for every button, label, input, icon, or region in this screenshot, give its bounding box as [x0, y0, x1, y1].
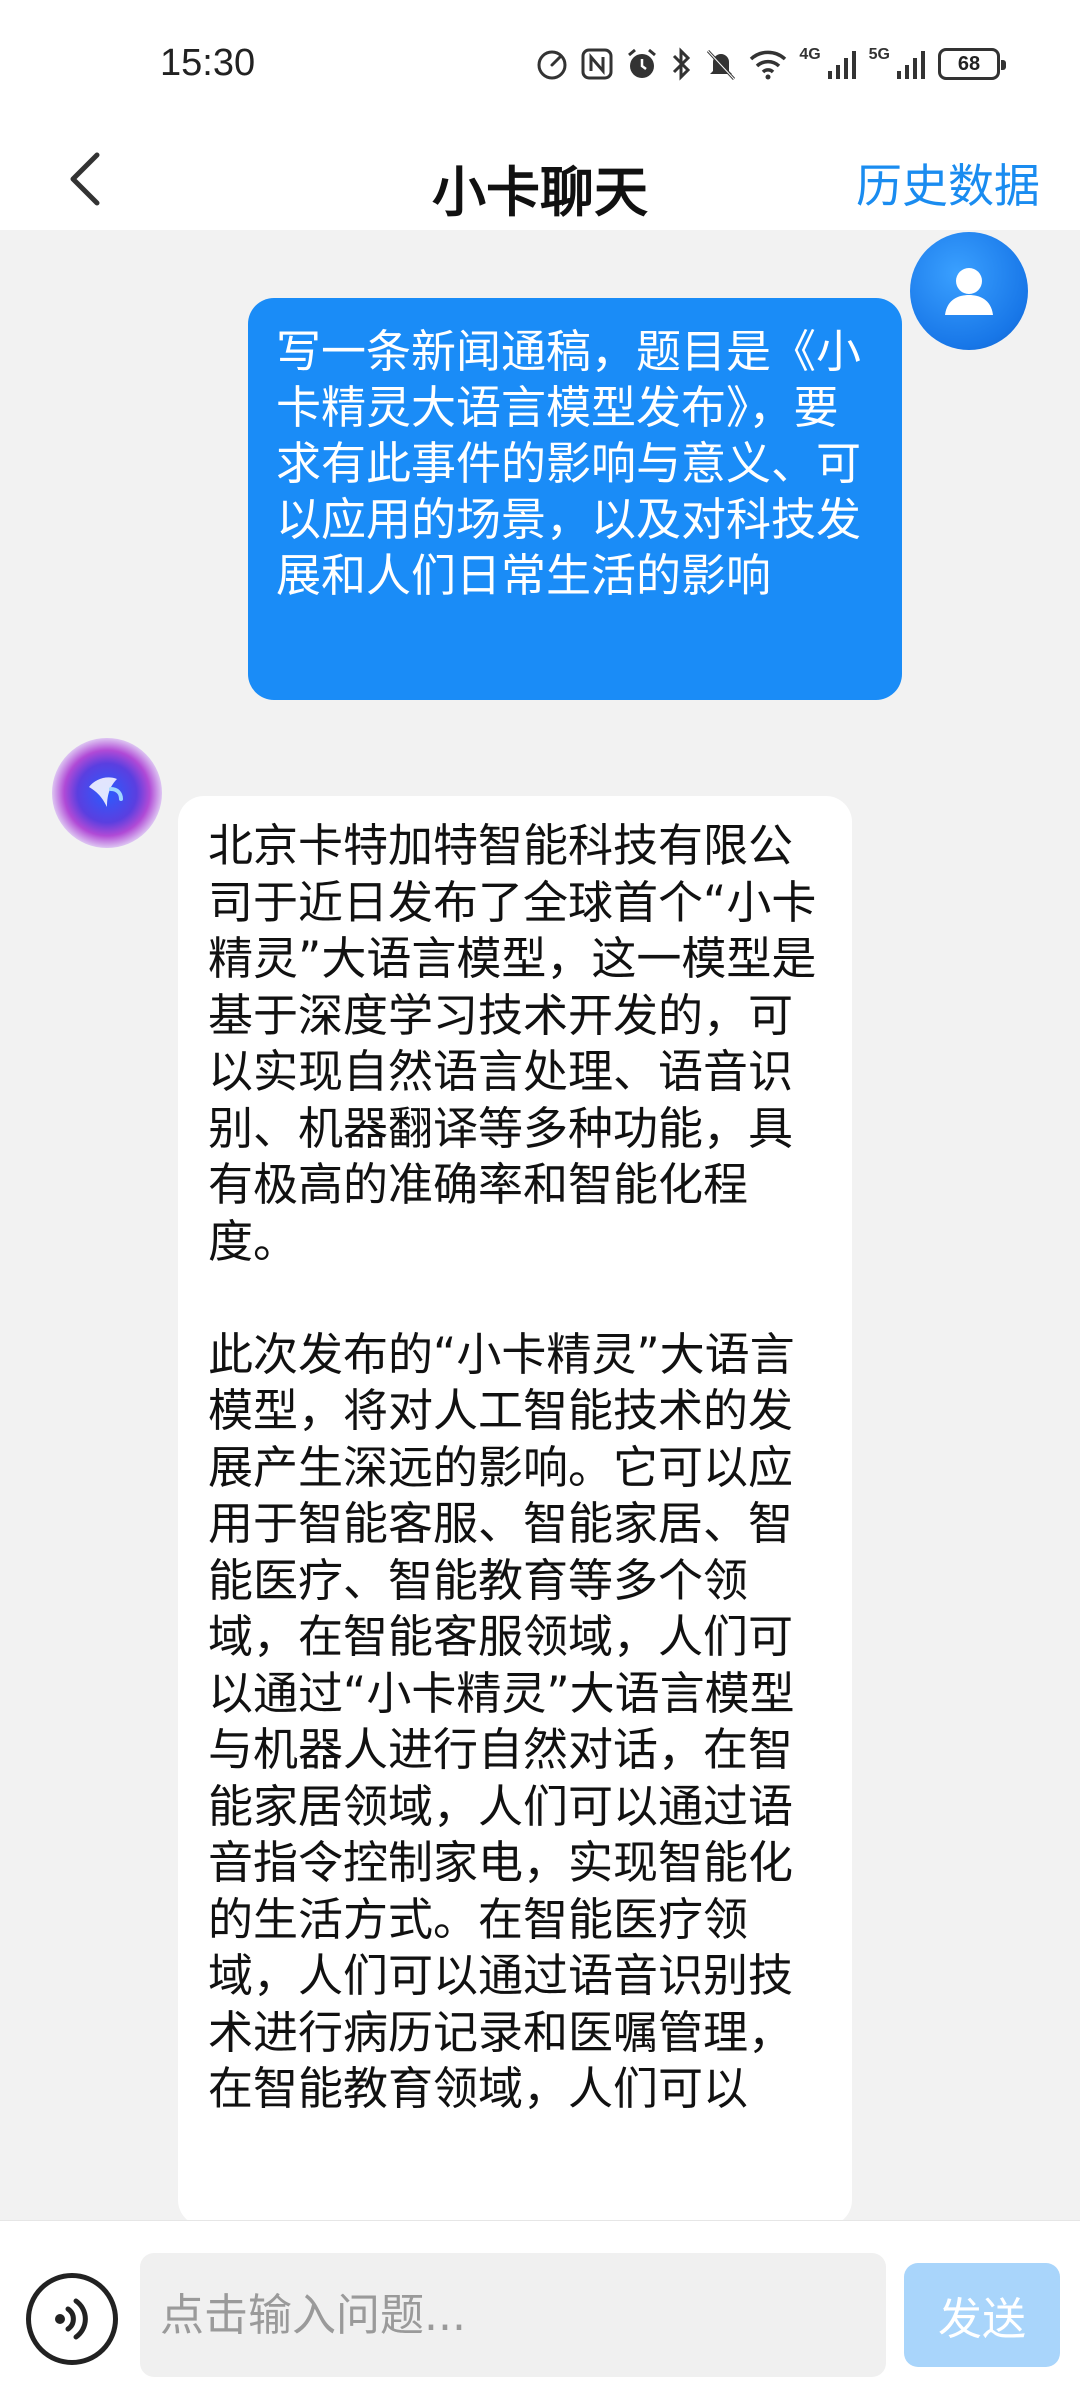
signal-4g-icon	[827, 49, 857, 79]
chat-screen: 15:30 4G 5G 68 小卡聊天 历史数据 写一条新闻通稿，题目是《小卡精…	[0, 0, 1080, 2400]
signal-5g-icon	[896, 49, 926, 79]
voice-button[interactable]	[26, 2273, 118, 2365]
status-bar: 15:30 4G 5G 68	[0, 0, 1080, 130]
bot-orb-icon	[89, 777, 123, 807]
speed-icon	[535, 47, 569, 81]
status-time: 15:30	[160, 42, 256, 84]
bot-message-paragraph: 北京卡特加特智能科技有限公司于近日发布了全球首个“小卡精灵”大语言模型，这一模型…	[208, 819, 817, 1268]
user-icon	[945, 268, 993, 315]
signal-4g-label: 4G	[799, 46, 821, 63]
user-avatar	[910, 232, 1028, 350]
battery-icon: 68	[938, 48, 1006, 80]
history-data-button[interactable]: 历史数据	[856, 150, 1040, 216]
mute-icon	[705, 47, 737, 81]
bot-message-paragraph: 此次发布的“小卡精灵”大语言模型，将对人工智能技术的发展产生深远的影响。它可以应…	[208, 1327, 795, 2116]
bot-avatar	[52, 738, 162, 848]
alarm-icon	[625, 47, 659, 81]
signal-5g-label: 5G	[868, 46, 890, 63]
bluetooth-icon	[671, 47, 693, 81]
chat-list[interactable]: 写一条新闻通稿，题目是《小卡精灵大语言模型发布》，要求有此事件的影响与意义、可以…	[0, 230, 1080, 2220]
question-input[interactable]	[140, 2253, 886, 2377]
bot-message-bubble: 北京卡特加特智能科技有限公司于近日发布了全球首个“小卡精灵”大语言模型，这一模型…	[178, 796, 852, 2220]
status-icons: 4G 5G 68	[535, 44, 1006, 84]
voice-icon	[55, 2298, 88, 2340]
header: 小卡聊天 历史数据	[0, 130, 1080, 230]
user-message-bubble: 写一条新闻通稿，题目是《小卡精灵大语言模型发布》，要求有此事件的影响与意义、可以…	[248, 298, 902, 700]
input-bar: 发送	[0, 2220, 1080, 2400]
wifi-icon	[749, 48, 787, 80]
send-button[interactable]: 发送	[904, 2263, 1060, 2367]
nfc-icon	[581, 48, 613, 80]
